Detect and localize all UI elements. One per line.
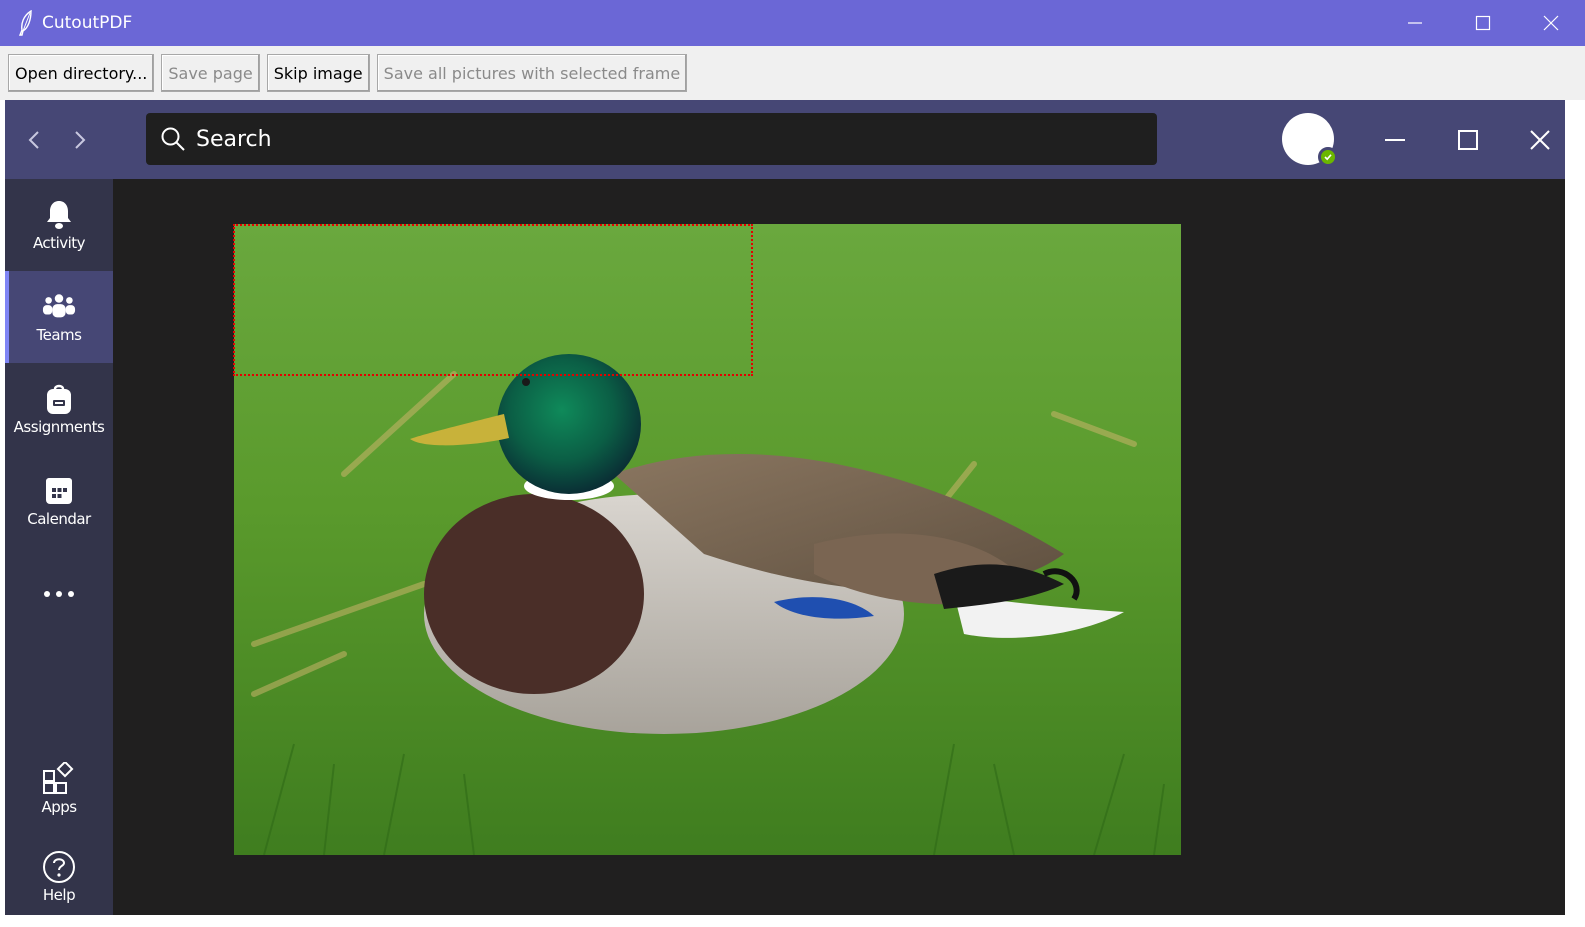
- teams-minimize-button[interactable]: [1375, 120, 1415, 160]
- open-directory-button[interactable]: Open directory...: [8, 54, 155, 92]
- duck-photo: [234, 224, 1181, 855]
- minimize-icon: [1408, 22, 1422, 24]
- feather-icon: [14, 9, 38, 37]
- maximize-icon: [1458, 130, 1478, 150]
- apps-icon: [42, 762, 76, 796]
- teams-maximize-button[interactable]: [1448, 120, 1488, 160]
- backpack-icon: [42, 382, 76, 416]
- calendar-icon: [42, 474, 76, 508]
- bell-icon: [42, 198, 76, 232]
- rail-item-apps[interactable]: Apps: [5, 743, 113, 835]
- minimize-button[interactable]: [1381, 0, 1449, 46]
- close-icon: [1543, 15, 1559, 31]
- close-icon: [1530, 130, 1550, 150]
- teams-screenshot: Search Activity Teams Assignments Calend…: [5, 100, 1565, 915]
- more-icon: [42, 577, 76, 611]
- left-rail: Activity Teams Assignments Calendar Apps…: [5, 179, 113, 915]
- rail-item-activity[interactable]: Activity: [5, 179, 113, 271]
- window-title: CutoutPDF: [42, 13, 133, 33]
- window-titlebar: CutoutPDF: [0, 0, 1585, 46]
- rail-item-help[interactable]: Help: [5, 831, 113, 915]
- skip-image-button[interactable]: Skip image: [266, 54, 370, 92]
- search-placeholder: Search: [196, 126, 272, 152]
- close-button[interactable]: [1517, 0, 1585, 46]
- toolbar: Open directory... Save page Skip image S…: [0, 46, 1585, 100]
- rail-label-apps: Apps: [41, 798, 77, 816]
- forward-arrow-icon[interactable]: [65, 125, 95, 155]
- save-all-pictures-button[interactable]: Save all pictures with selected frame: [376, 54, 688, 92]
- search-icon: [158, 124, 188, 154]
- rail-label-activity: Activity: [32, 234, 86, 252]
- rail-label-help: Help: [42, 886, 76, 904]
- rail-label-teams: Teams: [36, 326, 82, 344]
- rail-label-assignments: Assignments: [13, 418, 105, 436]
- teams-header: Search: [5, 100, 1565, 179]
- save-page-button[interactable]: Save page: [161, 54, 260, 92]
- back-arrow-icon[interactable]: [19, 125, 49, 155]
- teams-close-button[interactable]: [1520, 120, 1560, 160]
- search-box[interactable]: Search: [146, 113, 1157, 165]
- rail-item-teams[interactable]: Teams: [5, 271, 113, 363]
- maximize-button[interactable]: [1449, 0, 1517, 46]
- maximize-icon: [1475, 15, 1491, 31]
- presence-available-icon: [1318, 147, 1338, 167]
- rail-item-assignments[interactable]: Assignments: [5, 363, 113, 455]
- rail-label-calendar: Calendar: [27, 510, 91, 528]
- rail-item-more[interactable]: [5, 547, 113, 643]
- teams-icon: [42, 290, 76, 324]
- help-icon: [42, 850, 76, 884]
- rail-item-calendar[interactable]: Calendar: [5, 455, 113, 547]
- minimize-icon: [1385, 139, 1405, 141]
